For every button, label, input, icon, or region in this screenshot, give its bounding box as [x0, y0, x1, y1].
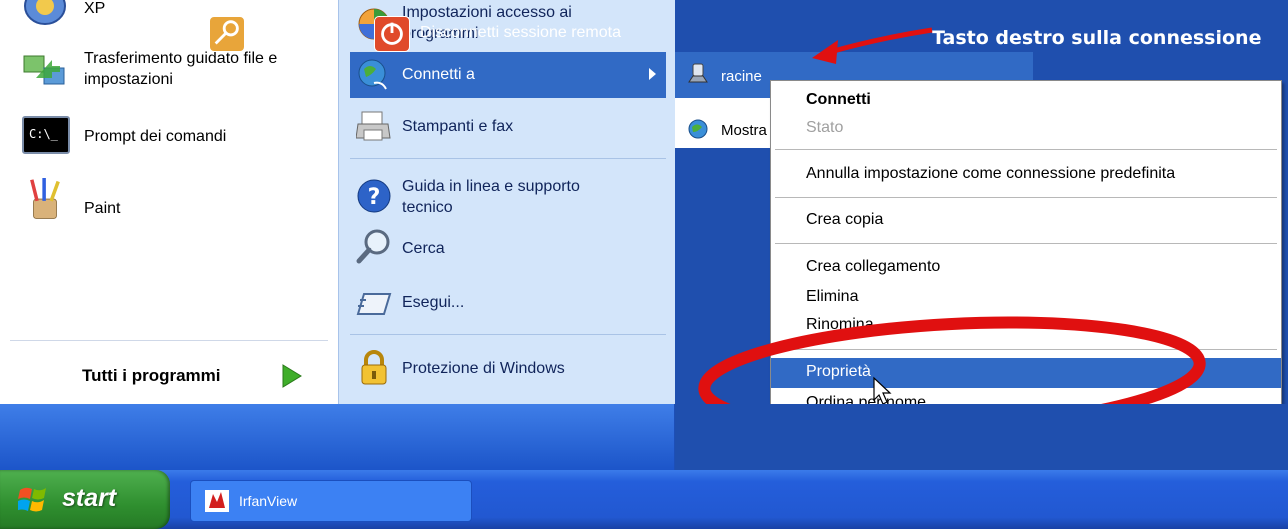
run-icon — [356, 293, 392, 315]
left-item-label: Trasferimento guidato file e impostazion… — [84, 50, 278, 88]
green-arrow-icon — [278, 362, 304, 390]
start-label: start — [62, 484, 117, 512]
ctx-item-label: Connetti — [806, 91, 871, 108]
key-icon — [209, 16, 245, 52]
menu-separator — [350, 158, 666, 159]
menu-separator — [350, 334, 666, 335]
menu-item-label: Guida in linea e supporto tecnico — [402, 178, 580, 216]
left-item-command-prompt[interactable]: C:\_ Prompt dei comandi — [0, 112, 338, 162]
disconnect-label: Disconnetti sessione remota — [420, 24, 621, 41]
menu-separator — [775, 149, 1277, 150]
taskbar-app-label: IrfanView — [239, 493, 298, 509]
lock-icon — [361, 350, 387, 385]
menu-item-printers[interactable]: Stampanti e fax — [350, 104, 666, 148]
menu-item-label: Protezione di Windows — [402, 360, 565, 377]
logoff-button[interactable]: Disconnetti — [209, 14, 359, 54]
ctx-item-label: Elimina — [806, 288, 859, 305]
menu-item-search[interactable]: Cerca — [350, 226, 666, 270]
ctx-item-rename[interactable]: Rinomina — [771, 312, 1281, 340]
svg-text:?: ? — [368, 185, 381, 210]
left-item-label: Prompt dei comandi — [84, 128, 227, 145]
start-menu-footer — [0, 404, 674, 470]
power-icon — [374, 16, 410, 52]
windows-logo-icon — [18, 487, 46, 512]
menu-separator — [775, 243, 1277, 244]
ctx-item-label: Crea collegamento — [806, 258, 941, 275]
transfer-wizard-icon — [23, 55, 65, 85]
windows-xp-tour-icon — [24, 0, 66, 25]
printer-icon — [356, 111, 391, 141]
left-divider — [10, 340, 328, 341]
menu-separator — [775, 349, 1277, 350]
desktop-area-bottom — [675, 404, 1288, 470]
paint-icon — [30, 178, 60, 219]
annotation-text: Tasto destro sulla connessione — [932, 27, 1262, 49]
disconnect-session-button[interactable]: Disconnetti sessione remota — [374, 14, 664, 54]
all-programs-label: Tutti i programmi — [82, 366, 221, 385]
ctx-item-status: Stato — [771, 115, 1281, 143]
all-programs-button[interactable]: Tutti i programmi — [0, 352, 338, 398]
start-button[interactable]: start — [0, 470, 170, 529]
ctx-item-label: Rinomina — [806, 316, 874, 333]
menu-item-run[interactable]: Esegui... — [350, 280, 666, 324]
ctx-item-label: Annulla impostazione come connessione pr… — [806, 165, 1176, 182]
ctx-item-label: Proprietà — [806, 363, 871, 380]
ctx-item-properties[interactable]: Proprietà — [771, 358, 1281, 388]
ctx-item-unset-default[interactable]: Annulla impostazione come connessione pr… — [771, 161, 1281, 189]
ctx-item-label: Crea copia — [806, 211, 884, 228]
menu-item-connect-to[interactable]: Connetti a — [350, 52, 666, 98]
menu-item-label: Stampanti e fax — [402, 118, 514, 135]
submenu-arrow-icon — [649, 68, 656, 80]
context-menu: Connetti Stato Annulla impostazione come… — [770, 80, 1282, 428]
left-item-label: XP — [84, 0, 106, 17]
irfanview-icon — [205, 490, 229, 512]
ctx-item-delete[interactable]: Elimina — [771, 284, 1281, 312]
taskbar-app-irfanview[interactable]: IrfanView — [190, 480, 472, 522]
submenu-item-label: racine — [721, 68, 762, 85]
search-icon — [356, 229, 390, 264]
menu-separator — [775, 197, 1277, 198]
help-icon: ? — [357, 179, 391, 213]
menu-item-help[interactable]: ? Guida in linea e supporto tecnico — [350, 172, 666, 220]
logoff-label: Disconnetti — [255, 24, 335, 41]
connect-to-icon — [358, 59, 387, 90]
left-item-label: Paint — [84, 200, 121, 217]
dialup-connection-icon — [688, 63, 708, 83]
menu-item-label: Connetti a — [402, 66, 475, 83]
ctx-item-label: Stato — [806, 119, 844, 136]
left-item-paint[interactable]: Paint — [0, 178, 338, 232]
submenu-item-label: Mostra — [721, 122, 767, 139]
menu-item-label: Cerca — [402, 240, 445, 257]
menu-item-label: Esegui... — [402, 294, 465, 311]
menu-item-windows-security[interactable]: Protezione di Windows — [350, 346, 666, 392]
ctx-item-copy[interactable]: Crea copia — [771, 207, 1281, 235]
ctx-item-create-shortcut[interactable]: Crea collegamento — [771, 254, 1281, 282]
network-icon — [688, 119, 708, 139]
ctx-item-connect[interactable]: Connetti — [771, 87, 1281, 115]
command-prompt-icon: C:\_ — [22, 116, 70, 154]
